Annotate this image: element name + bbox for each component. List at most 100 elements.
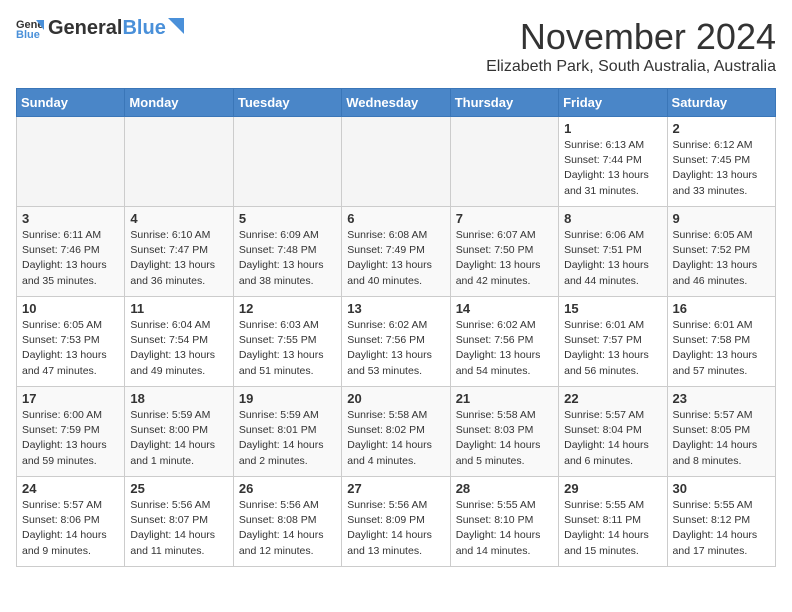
day-info: Sunrise: 5:55 AM Sunset: 8:11 PM Dayligh… <box>564 498 661 559</box>
day-number: 15 <box>564 301 661 316</box>
calendar-cell: 15 Sunrise: 6:01 AM Sunset: 7:57 PM Dayli… <box>559 297 667 387</box>
day-number: 20 <box>347 391 444 406</box>
day-info: Sunrise: 6:00 AM Sunset: 7:59 PM Dayligh… <box>22 408 119 469</box>
weekday-header-row: SundayMondayTuesdayWednesdayThursdayFrid… <box>17 89 776 117</box>
day-number: 16 <box>673 301 770 316</box>
day-info: Sunrise: 5:58 AM Sunset: 8:03 PM Dayligh… <box>456 408 553 469</box>
calendar-cell <box>342 117 450 207</box>
week-row-1: 1Sunrise: 6:13 AM Sunset: 7:44 PM Daylig… <box>17 117 776 207</box>
day-info: Sunrise: 6:01 AM Sunset: 7:58 PM Dayligh… <box>673 318 770 379</box>
day-number: 30 <box>673 481 770 496</box>
calendar-cell: 30 Sunrise: 5:55 AM Sunset: 8:12 PM Dayli… <box>667 477 775 567</box>
day-info: Sunrise: 5:59 AM Sunset: 8:00 PM Dayligh… <box>130 408 227 469</box>
day-info: Sunrise: 5:57 AM Sunset: 8:04 PM Dayligh… <box>564 408 661 469</box>
logo-general: General <box>48 17 122 40</box>
day-number: 13 <box>347 301 444 316</box>
day-number: 17 <box>22 391 119 406</box>
day-number: 5 <box>239 211 336 226</box>
weekday-header-friday: Friday <box>559 89 667 117</box>
logo-arrow-icon <box>168 18 184 34</box>
day-number: 18 <box>130 391 227 406</box>
calendar-cell <box>233 117 341 207</box>
logo: General Blue GeneralBlue <box>16 16 184 40</box>
day-info: Sunrise: 5:56 AM Sunset: 8:07 PM Dayligh… <box>130 498 227 559</box>
calendar-cell: 7 Sunrise: 6:07 AM Sunset: 7:50 PM Daylig… <box>450 207 558 297</box>
day-info: Sunrise: 6:10 AM Sunset: 7:47 PM Dayligh… <box>130 228 227 289</box>
day-number: 29 <box>564 481 661 496</box>
day-number: 28 <box>456 481 553 496</box>
weekday-header-sunday: Sunday <box>17 89 125 117</box>
day-info: Sunrise: 5:55 AM Sunset: 8:12 PM Dayligh… <box>673 498 770 559</box>
day-number: 10 <box>22 301 119 316</box>
svg-text:Blue: Blue <box>16 29 40 40</box>
day-number: 12 <box>239 301 336 316</box>
day-number: 2 <box>673 121 770 136</box>
logo-blue: Blue <box>122 17 165 40</box>
day-info: Sunrise: 6:06 AM Sunset: 7:51 PM Dayligh… <box>564 228 661 289</box>
weekday-header-tuesday: Tuesday <box>233 89 341 117</box>
day-number: 22 <box>564 391 661 406</box>
day-info: Sunrise: 6:01 AM Sunset: 7:57 PM Dayligh… <box>564 318 661 379</box>
day-info: Sunrise: 6:07 AM Sunset: 7:50 PM Dayligh… <box>456 228 553 289</box>
weekday-header-thursday: Thursday <box>450 89 558 117</box>
logo-icon: General Blue <box>16 16 44 40</box>
calendar-cell: 21 Sunrise: 5:58 AM Sunset: 8:03 PM Dayli… <box>450 387 558 477</box>
day-number: 11 <box>130 301 227 316</box>
calendar-cell <box>125 117 233 207</box>
day-info: Sunrise: 6:09 AM Sunset: 7:48 PM Dayligh… <box>239 228 336 289</box>
day-number: 14 <box>456 301 553 316</box>
calendar-cell: 20 Sunrise: 5:58 AM Sunset: 8:02 PM Dayli… <box>342 387 450 477</box>
day-info: Sunrise: 6:04 AM Sunset: 7:54 PM Dayligh… <box>130 318 227 379</box>
day-number: 23 <box>673 391 770 406</box>
calendar-cell: 2 Sunrise: 6:12 AM Sunset: 7:45 PM Daylig… <box>667 117 775 207</box>
calendar-table: SundayMondayTuesdayWednesdayThursdayFrid… <box>16 88 776 567</box>
calendar-cell: 19Sunrise: 5:59 AM Sunset: 8:01 PM Dayli… <box>233 387 341 477</box>
calendar-cell: 9Sunrise: 6:05 AM Sunset: 7:52 PM Daylig… <box>667 207 775 297</box>
month-title: November 2024 <box>486 16 776 58</box>
day-number: 1 <box>564 121 661 136</box>
calendar-cell: 3 Sunrise: 6:11 AM Sunset: 7:46 PM Daylig… <box>17 207 125 297</box>
calendar-cell <box>450 117 558 207</box>
week-row-2: 3 Sunrise: 6:11 AM Sunset: 7:46 PM Daylig… <box>17 207 776 297</box>
location-title: Elizabeth Park, South Australia, Austral… <box>486 58 776 76</box>
calendar-cell: 17 Sunrise: 6:00 AM Sunset: 7:59 PM Dayli… <box>17 387 125 477</box>
day-number: 3 <box>22 211 119 226</box>
day-number: 9 <box>673 211 770 226</box>
day-info: Sunrise: 5:56 AM Sunset: 8:08 PM Dayligh… <box>239 498 336 559</box>
day-info: Sunrise: 6:11 AM Sunset: 7:46 PM Dayligh… <box>22 228 119 289</box>
header: General Blue GeneralBlue November 2024 E… <box>16 16 776 76</box>
calendar-cell: 18 Sunrise: 5:59 AM Sunset: 8:00 PM Dayli… <box>125 387 233 477</box>
day-info: Sunrise: 6:05 AM Sunset: 7:53 PM Dayligh… <box>22 318 119 379</box>
calendar-cell: 23 Sunrise: 5:57 AM Sunset: 8:05 PM Dayli… <box>667 387 775 477</box>
calendar-cell: 24 Sunrise: 5:57 AM Sunset: 8:06 PM Dayli… <box>17 477 125 567</box>
calendar-cell: 11 Sunrise: 6:04 AM Sunset: 7:54 PM Dayli… <box>125 297 233 387</box>
calendar-cell: 12 Sunrise: 6:03 AM Sunset: 7:55 PM Dayli… <box>233 297 341 387</box>
day-info: Sunrise: 5:59 AM Sunset: 8:01 PM Dayligh… <box>239 408 336 469</box>
day-number: 8 <box>564 211 661 226</box>
calendar-cell: 25Sunrise: 5:56 AM Sunset: 8:07 PM Dayli… <box>125 477 233 567</box>
calendar-cell: 26Sunrise: 5:56 AM Sunset: 8:08 PM Dayli… <box>233 477 341 567</box>
day-info: Sunrise: 6:08 AM Sunset: 7:49 PM Dayligh… <box>347 228 444 289</box>
day-info: Sunrise: 5:58 AM Sunset: 8:02 PM Dayligh… <box>347 408 444 469</box>
day-info: Sunrise: 5:55 AM Sunset: 8:10 PM Dayligh… <box>456 498 553 559</box>
day-number: 27 <box>347 481 444 496</box>
calendar-cell <box>17 117 125 207</box>
day-info: Sunrise: 5:57 AM Sunset: 8:06 PM Dayligh… <box>22 498 119 559</box>
day-info: Sunrise: 5:57 AM Sunset: 8:05 PM Dayligh… <box>673 408 770 469</box>
day-info: Sunrise: 6:03 AM Sunset: 7:55 PM Dayligh… <box>239 318 336 379</box>
weekday-header-monday: Monday <box>125 89 233 117</box>
calendar-cell: 5 Sunrise: 6:09 AM Sunset: 7:48 PM Daylig… <box>233 207 341 297</box>
day-info: Sunrise: 6:02 AM Sunset: 7:56 PM Dayligh… <box>456 318 553 379</box>
day-number: 7 <box>456 211 553 226</box>
calendar-cell: 29 Sunrise: 5:55 AM Sunset: 8:11 PM Dayli… <box>559 477 667 567</box>
day-number: 24 <box>22 481 119 496</box>
calendar-cell: 13 Sunrise: 6:02 AM Sunset: 7:56 PM Dayli… <box>342 297 450 387</box>
day-info: Sunrise: 6:02 AM Sunset: 7:56 PM Dayligh… <box>347 318 444 379</box>
calendar-cell: 8 Sunrise: 6:06 AM Sunset: 7:51 PM Daylig… <box>559 207 667 297</box>
week-row-3: 10 Sunrise: 6:05 AM Sunset: 7:53 PM Dayli… <box>17 297 776 387</box>
calendar-cell: 6 Sunrise: 6:08 AM Sunset: 7:49 PM Daylig… <box>342 207 450 297</box>
day-number: 21 <box>456 391 553 406</box>
calendar-cell: 28 Sunrise: 5:55 AM Sunset: 8:10 PM Dayli… <box>450 477 558 567</box>
day-info: Sunrise: 6:12 AM Sunset: 7:45 PM Dayligh… <box>673 138 770 199</box>
day-number: 6 <box>347 211 444 226</box>
